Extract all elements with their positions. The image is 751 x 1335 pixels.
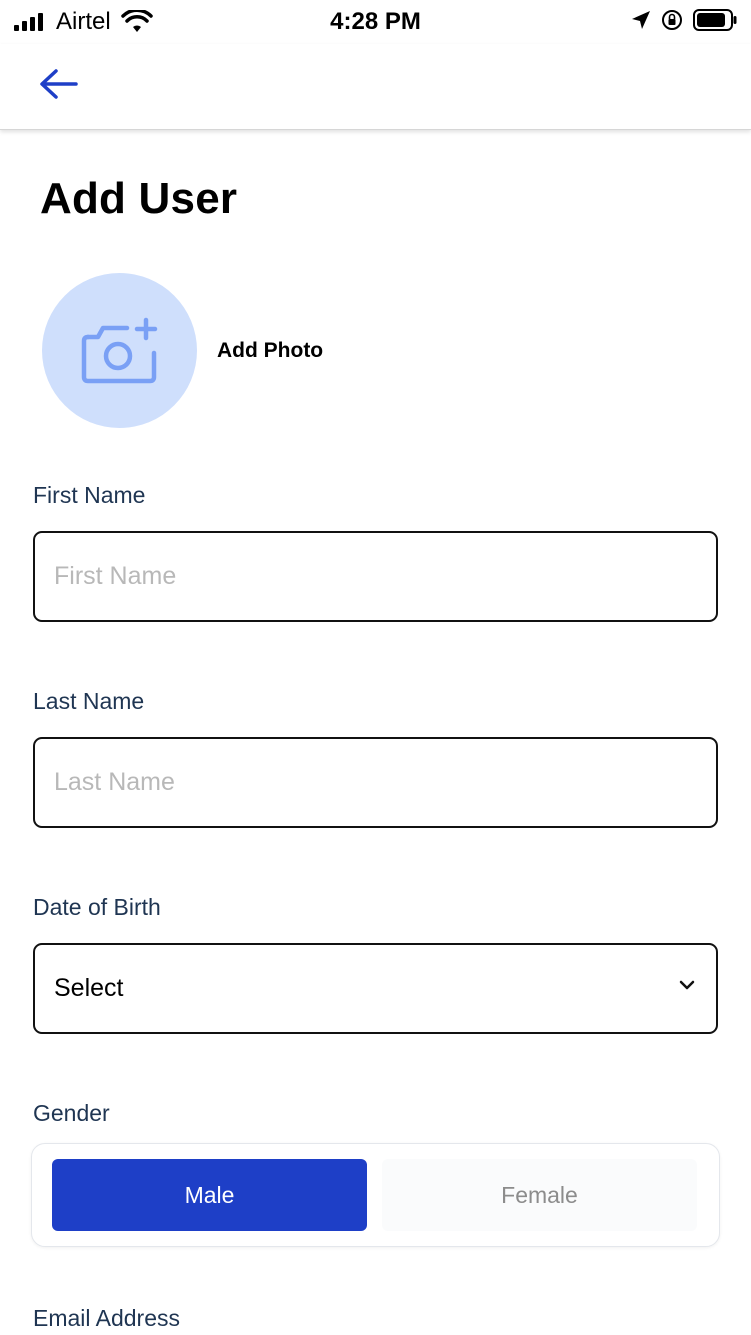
date-of-birth-value: Select: [54, 974, 124, 1002]
status-right: [631, 9, 737, 31]
first-name-label: First Name: [33, 482, 146, 508]
gender-male-option[interactable]: Male: [52, 1159, 367, 1231]
last-name-label: Last Name: [33, 688, 145, 714]
last-name-input[interactable]: [33, 737, 718, 828]
camera-plus-icon: [81, 317, 158, 384]
orientation-lock-icon: [662, 10, 682, 30]
email-address-label: Email Address: [33, 1305, 181, 1331]
chevron-down-icon: [679, 980, 695, 990]
arrow-left-icon: [40, 69, 78, 99]
back-button[interactable]: [38, 66, 80, 102]
page-title: Add User: [40, 174, 238, 223]
add-photo-button[interactable]: [42, 273, 197, 428]
gender-female-option[interactable]: Female: [382, 1159, 697, 1231]
location-arrow-icon: [632, 11, 650, 29]
gender-label: Gender: [33, 1100, 110, 1126]
date-of-birth-label: Date of Birth: [33, 894, 161, 920]
date-of-birth-select[interactable]: Select: [33, 943, 718, 1034]
nav-bar: [0, 44, 751, 130]
battery-icon: [693, 9, 737, 31]
first-name-input[interactable]: [33, 531, 718, 622]
status-bar: Airtel 4:28 PM: [0, 0, 751, 44]
add-photo-label[interactable]: Add Photo: [217, 339, 323, 363]
gender-segmented-control: Male Female: [31, 1143, 720, 1247]
